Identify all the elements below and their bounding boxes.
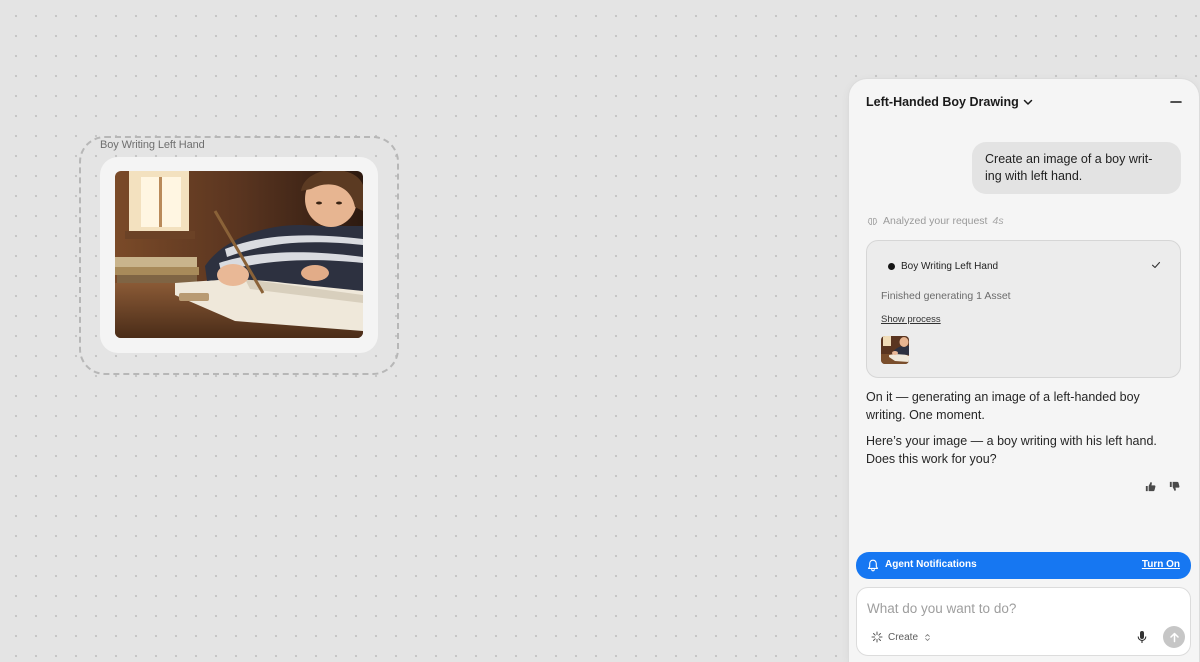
generated-image[interactable] <box>115 171 363 338</box>
user-message-bubble: Create an image of a boy writ-ing with l… <box>972 142 1181 194</box>
mode-label: Create <box>888 631 919 643</box>
conversation-title-dropdown[interactable]: Left-Handed Boy Drawing <box>866 95 1034 109</box>
conversation-title: Left-Handed Boy Drawing <box>866 95 1019 109</box>
minimize-icon[interactable] <box>1169 95 1183 109</box>
arrow-up-icon <box>1169 632 1179 642</box>
turn-on-notifications-button[interactable]: Turn On <box>1142 559 1180 570</box>
boy-writing-illustration <box>115 171 363 338</box>
process-step: Boy Writing Left Hand <box>888 261 998 272</box>
message-composer: Create <box>856 587 1191 656</box>
agent-notifications-banner: Agent Notifications Turn On <box>856 552 1191 579</box>
notifications-label: Agent Notifications <box>885 559 977 570</box>
status-dot-icon <box>888 263 895 270</box>
analysis-label: Analyzed your request <box>883 215 988 227</box>
check-icon <box>1151 261 1161 269</box>
process-step-title: Boy Writing Left Hand <box>901 261 999 272</box>
thumbs-down-icon[interactable] <box>1168 480 1181 493</box>
mode-selector[interactable]: Create <box>871 631 932 643</box>
generation-process-card: Boy Writing Left Hand Finished generatin… <box>866 240 1181 378</box>
bell-icon <box>867 559 879 572</box>
mic-icon[interactable] <box>1136 630 1148 644</box>
feedback-buttons <box>1144 480 1181 493</box>
analysis-duration: 4s <box>992 215 1004 227</box>
assistant-panel: Left-Handed Boy Drawing Create an image … <box>849 79 1199 662</box>
analysis-status[interactable]: Analyzed your request 4s <box>867 215 1004 227</box>
thumbs-up-icon[interactable] <box>1144 480 1157 493</box>
assistant-message: On it — generating an image of a left-ha… <box>866 390 1140 422</box>
show-process-link[interactable]: Show process <box>881 314 941 325</box>
thumbnail-image <box>881 336 909 364</box>
process-status-text: Finished generating 1 Asset <box>881 290 1011 302</box>
prompt-input[interactable] <box>867 598 1167 618</box>
chevron-down-icon <box>1023 99 1033 105</box>
asset-thumbnail[interactable] <box>881 336 909 364</box>
updown-icon <box>925 633 930 641</box>
brain-icon <box>867 217 878 225</box>
send-button[interactable] <box>1163 626 1185 648</box>
assistant-message: Here’s your image — a boy writing with h… <box>866 434 1157 466</box>
sparkle-icon <box>871 631 883 643</box>
canvas-node-label: Boy Writing Left Hand <box>100 139 205 151</box>
